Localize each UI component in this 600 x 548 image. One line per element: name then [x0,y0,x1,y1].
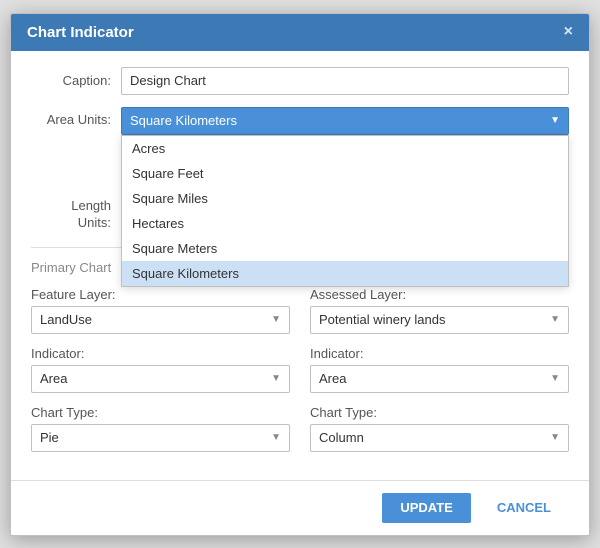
assessed-layer-label: Assessed Layer: [310,287,569,302]
update-button[interactable]: UPDATE [382,493,470,523]
secondary-indicator-arrow: ▼ [550,373,560,384]
area-units-dropdown[interactable]: Square Kilometers ▼ Acres Square Feet Sq… [121,107,569,135]
assessed-layer-dropdown[interactable]: Potential winery lands ▼ [310,306,569,334]
assessed-layer-arrow: ▼ [550,314,560,325]
primary-chart-type-dropdown[interactable]: Pie ▼ [31,424,290,452]
secondary-indicator-label: Indicator: [310,346,569,361]
dialog-header: Chart Indicator × [11,14,589,51]
feature-layer-value: LandUse [40,312,92,327]
secondary-chart-type-label: Chart Type: [310,405,569,420]
secondary-indicator-dropdown[interactable]: Area ▼ [310,365,569,393]
feature-layer-dropdown[interactable]: LandUse ▼ [31,306,290,334]
primary-chart-column: Primary Chart Feature Layer: LandUse ▼ I… [31,260,290,464]
primary-indicator-arrow: ▼ [271,373,281,384]
primary-chart-type-label: Chart Type: [31,405,290,420]
caption-row: Caption: [31,67,569,95]
secondary-chart-type-value: Column [319,430,364,445]
chart-indicator-dialog: Chart Indicator × Caption: Area Units: S… [10,13,590,536]
secondary-chart-column: Secondary Chart Assessed Layer: Potentia… [310,260,569,464]
dropdown-item-square-miles[interactable]: Square Miles [122,186,568,211]
dropdown-item-square-kilometers[interactable]: Square Kilometers [122,261,568,286]
primary-chart-type-value: Pie [40,430,59,445]
primary-indicator-label: Indicator: [31,346,290,361]
close-button[interactable]: × [564,24,573,40]
length-units-label: LengthUnits: [31,198,121,232]
cancel-button[interactable]: CANCEL [479,493,569,523]
primary-chart-type-arrow: ▼ [271,432,281,443]
secondary-indicator-value: Area [319,371,346,386]
dialog-title: Chart Indicator [27,24,134,41]
caption-input[interactable] [121,67,569,95]
secondary-chart-type-arrow: ▼ [550,432,560,443]
area-units-selected[interactable]: Square Kilometers ▼ [121,107,569,135]
primary-indicator-dropdown[interactable]: Area ▼ [31,365,290,393]
dialog-body: Caption: Area Units: Square Kilometers ▼… [11,51,589,480]
feature-layer-arrow: ▼ [271,314,281,325]
dropdown-item-square-meters[interactable]: Square Meters [122,236,568,261]
assessed-layer-value: Potential winery lands [319,312,445,327]
charts-section: Primary Chart Feature Layer: LandUse ▼ I… [31,260,569,464]
dropdown-arrow: ▼ [550,115,560,126]
dropdown-item-hectares[interactable]: Hectares [122,211,568,236]
dropdown-item-acres[interactable]: Acres [122,136,568,161]
dialog-footer: UPDATE CANCEL [11,480,589,535]
area-units-label: Area Units: [31,107,121,127]
secondary-chart-type-dropdown[interactable]: Column ▼ [310,424,569,452]
feature-layer-label: Feature Layer: [31,287,290,302]
primary-indicator-value: Area [40,371,67,386]
caption-label: Caption: [31,73,121,88]
area-units-dropdown-list: Acres Square Feet Square Miles Hectares … [121,135,569,287]
dropdown-item-square-feet[interactable]: Square Feet [122,161,568,186]
area-units-row: Area Units: Square Kilometers ▼ Acres Sq… [31,107,569,135]
